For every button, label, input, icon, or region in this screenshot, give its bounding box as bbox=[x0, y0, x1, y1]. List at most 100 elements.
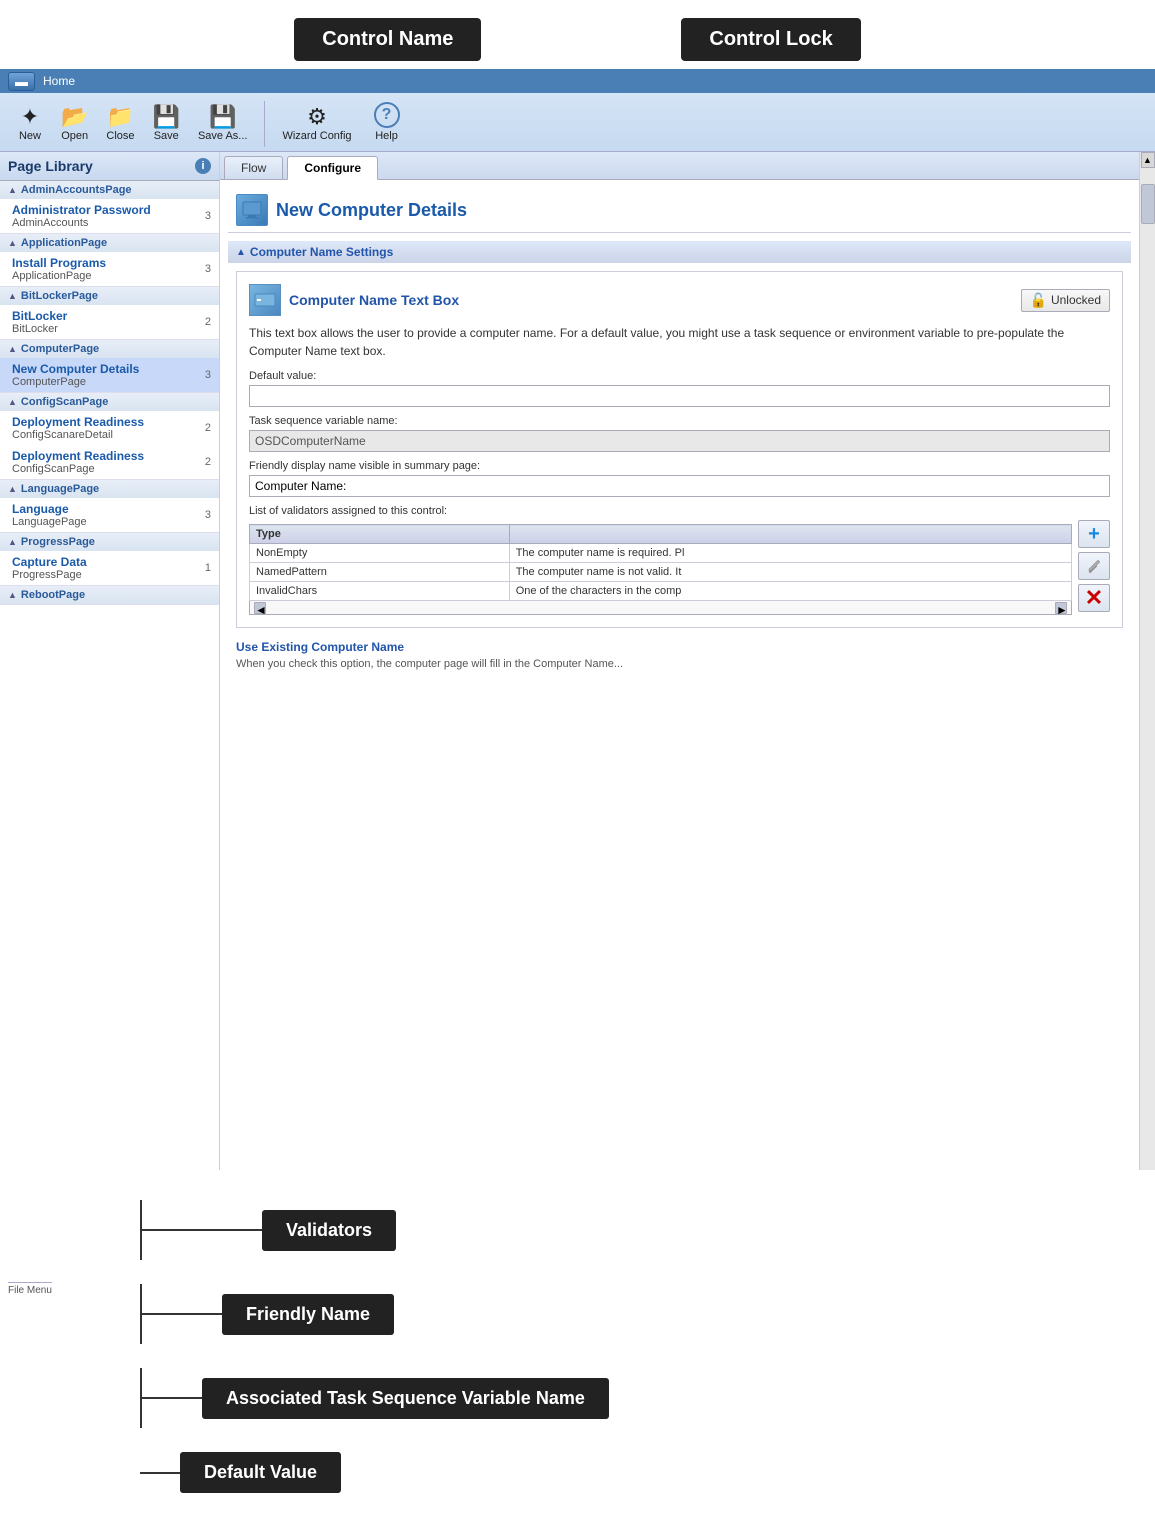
admin-arrow-icon: ▲ bbox=[8, 185, 17, 195]
sidebar-item-capture-data[interactable]: Capture Data ProgressPage 1 bbox=[0, 551, 219, 585]
page-title-bar: New Computer Details bbox=[228, 188, 1131, 233]
bitlocker-group-header[interactable]: ▲ BitLockerPage bbox=[0, 287, 219, 305]
progress-group-header[interactable]: ▲ ProgressPage bbox=[0, 533, 219, 551]
add-validator-button[interactable]: + bbox=[1078, 520, 1110, 548]
validator-desc-invalidchars: One of the characters in the comp bbox=[509, 582, 1071, 601]
app-group-header[interactable]: ▲ ApplicationPage bbox=[0, 234, 219, 252]
bitlocker-arrow-icon: ▲ bbox=[8, 291, 17, 301]
default-value-annotation-label: Default Value bbox=[180, 1452, 341, 1493]
wizard-config-button[interactable]: ⚙ Wizard Config bbox=[273, 101, 360, 147]
file-menu-label: File Menu bbox=[8, 1282, 52, 1296]
page-group-language: ▲ LanguagePage Language LanguagePage 3 bbox=[0, 480, 219, 533]
validators-annotation-row: Validators bbox=[140, 1200, 1155, 1260]
control-name-annotation: Control Name bbox=[294, 18, 481, 61]
section-arrow-icon: ▲ bbox=[236, 247, 246, 258]
configscan-group-header[interactable]: ▲ ConfigScanPage bbox=[0, 393, 219, 411]
validators-table-wrap: Type NonEmpty The computer name is requi… bbox=[249, 520, 1072, 615]
language-arrow-icon: ▲ bbox=[8, 484, 17, 494]
default-value-input[interactable] bbox=[249, 385, 1110, 407]
content-scrollbar[interactable]: ▲ bbox=[1139, 152, 1155, 1170]
scroll-up-button[interactable]: ▲ bbox=[1141, 152, 1155, 168]
new-icon: ✦ bbox=[21, 106, 39, 128]
sidebar-item-language[interactable]: Language LanguagePage 3 bbox=[0, 498, 219, 532]
progress-arrow-icon: ▲ bbox=[8, 537, 17, 547]
page-group-reboot: ▲ RebootPage bbox=[0, 586, 219, 605]
scroll-thumb[interactable] bbox=[1141, 184, 1155, 224]
friendly-name-horiz-line bbox=[142, 1313, 222, 1315]
admin-group-header[interactable]: ▲ AdminAccountsPage bbox=[0, 181, 219, 199]
tab-bar: Flow Configure bbox=[220, 152, 1139, 180]
wizard-config-icon: ⚙ bbox=[307, 106, 327, 128]
ribbon-body: ✦ New 📂 Open 📁 Close 💾 Save 💾 Save As...… bbox=[0, 93, 1155, 151]
type-column-header: Type bbox=[250, 525, 510, 544]
ribbon-home-tab[interactable]: Home bbox=[43, 74, 75, 88]
info-icon[interactable]: i bbox=[195, 158, 211, 174]
tab-configure[interactable]: Configure bbox=[287, 156, 378, 180]
sidebar: Page Library i ▲ AdminAccountsPage Admin… bbox=[0, 152, 220, 1170]
sidebar-item-bitlocker[interactable]: BitLocker BitLocker 2 bbox=[0, 305, 219, 339]
table-hscroll-left[interactable]: ◄ bbox=[254, 602, 266, 614]
help-icon: ? bbox=[374, 102, 400, 128]
validators-annotation-label: Validators bbox=[262, 1210, 396, 1251]
validators-horiz-line bbox=[142, 1229, 262, 1231]
validators-row: Type NonEmpty The computer name is requi… bbox=[249, 520, 1110, 615]
page-group-admin: ▲ AdminAccountsPage Administrator Passwo… bbox=[0, 181, 219, 234]
edit-icon bbox=[1086, 558, 1102, 574]
save-icon: 💾 bbox=[153, 106, 180, 128]
sidebar-item-install-programs[interactable]: Install Programs ApplicationPage 3 bbox=[0, 252, 219, 286]
reboot-arrow-icon: ▲ bbox=[8, 590, 17, 600]
sidebar-header: Page Library i bbox=[0, 152, 219, 181]
description-column-header bbox=[509, 525, 1071, 544]
validator-type-nonempty: NonEmpty bbox=[250, 544, 510, 563]
language-group-header[interactable]: ▲ LanguagePage bbox=[0, 480, 219, 498]
reboot-group-header[interactable]: ▲ RebootPage bbox=[0, 586, 219, 604]
save-button[interactable]: 💾 Save bbox=[144, 101, 189, 147]
ribbon-title-bar: ▬ Home bbox=[0, 69, 1155, 93]
section-header[interactable]: ▲ Computer Name Settings bbox=[228, 241, 1131, 263]
use-existing-title[interactable]: Use Existing Computer Name bbox=[236, 640, 1123, 654]
sidebar-item-new-computer[interactable]: New Computer Details ComputerPage 3 bbox=[0, 358, 219, 392]
computer-arrow-icon: ▲ bbox=[8, 344, 17, 354]
friendly-name-annotation-label: Friendly Name bbox=[222, 1294, 394, 1335]
task-seq-annotation-label: Associated Task Sequence Variable Name bbox=[202, 1378, 609, 1419]
annotation-lines: Validators Friendly Name Associated Task… bbox=[140, 1200, 1155, 1493]
validator-desc-nonempty: The computer name is required. Pl bbox=[509, 544, 1071, 563]
save-as-button[interactable]: 💾 Save As... bbox=[189, 101, 257, 147]
sidebar-item-deploy-readiness-1[interactable]: Deployment Readiness ConfigScanareDetail… bbox=[0, 411, 219, 445]
computer-group-header[interactable]: ▲ ComputerPage bbox=[0, 340, 219, 358]
ribbon-group-file: ✦ New 📂 Open 📁 Close 💾 Save 💾 Save As... bbox=[8, 101, 265, 147]
validator-buttons: + ✕ bbox=[1078, 520, 1110, 612]
use-existing-description: When you check this option, the computer… bbox=[236, 658, 1123, 670]
office-button[interactable]: ▬ bbox=[8, 72, 35, 91]
computer-icon bbox=[241, 199, 263, 221]
page-group-computer: ▲ ComputerPage New Computer Details Comp… bbox=[0, 340, 219, 393]
page-title-icon bbox=[236, 194, 268, 226]
sidebar-item-admin-password[interactable]: Administrator Password AdminAccounts 3 bbox=[0, 199, 219, 233]
friendly-name-input[interactable] bbox=[249, 475, 1110, 497]
table-hscroll-right[interactable]: ► bbox=[1055, 602, 1067, 614]
ribbon: ▬ Home ✦ New 📂 Open 📁 Close 💾 Save 💾 S bbox=[0, 69, 1155, 152]
content-area: Flow Configure New Computer Details ▲ Co… bbox=[220, 152, 1139, 1170]
control-lock-annotation: Control Lock bbox=[681, 18, 860, 61]
app-arrow-icon: ▲ bbox=[8, 238, 17, 248]
lock-status: Unlocked bbox=[1051, 293, 1101, 307]
sidebar-item-deploy-readiness-2[interactable]: Deployment Readiness ConfigScanPage 2 bbox=[0, 445, 219, 479]
edit-validator-button[interactable] bbox=[1078, 552, 1110, 580]
new-button[interactable]: ✦ New bbox=[8, 101, 52, 147]
tab-flow[interactable]: Flow bbox=[224, 156, 283, 179]
lock-badge[interactable]: 🔓 Unlocked bbox=[1021, 289, 1110, 312]
validator-type-invalidchars: InvalidChars bbox=[250, 582, 510, 601]
default-value-horiz-line bbox=[140, 1472, 180, 1474]
validator-row-nonempty[interactable]: NonEmpty The computer name is required. … bbox=[250, 544, 1072, 563]
delete-validator-button[interactable]: ✕ bbox=[1078, 584, 1110, 612]
task-seq-var-label: Task sequence variable name: bbox=[249, 415, 1110, 427]
validator-row-invalidchars[interactable]: InvalidChars One of the characters in th… bbox=[250, 582, 1072, 601]
save-as-icon: 💾 bbox=[209, 106, 236, 128]
page-group-app: ▲ ApplicationPage Install Programs Appli… bbox=[0, 234, 219, 287]
close-button[interactable]: 📁 Close bbox=[97, 101, 143, 147]
open-button[interactable]: 📂 Open bbox=[52, 101, 97, 147]
validator-type-namedpattern: NamedPattern bbox=[250, 563, 510, 582]
help-button[interactable]: ? Help bbox=[365, 97, 409, 147]
validator-row-namedpattern[interactable]: NamedPattern The computer name is not va… bbox=[250, 563, 1072, 582]
page-group-progress: ▲ ProgressPage Capture Data ProgressPage… bbox=[0, 533, 219, 586]
